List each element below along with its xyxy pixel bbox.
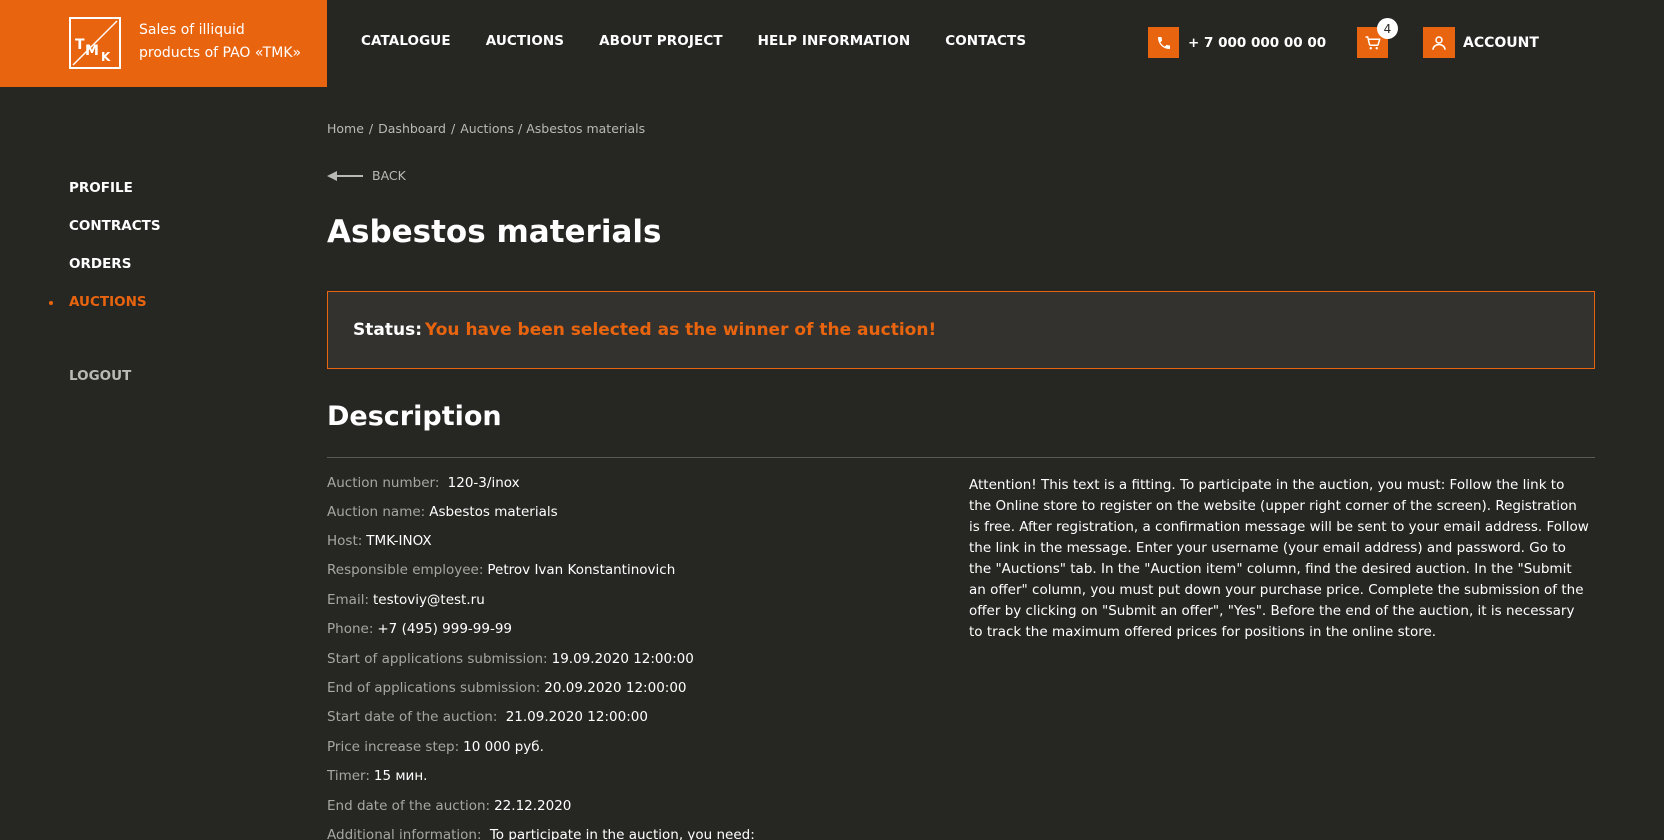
detail-responsible-employee: Responsible employee: Petrov Ivan Konstan… [327,562,676,578]
site-header: T M K Sales of illiquid products of PAO … [0,0,1664,87]
nav-help-information[interactable]: HELP INFORMATION [758,33,911,49]
logo-tagline: Sales of illiquid products of PAO «TMK» [139,22,302,61]
cart-count-badge: 4 [1377,18,1398,39]
detail-timer: Timer: 15 мин. [327,768,428,784]
phone-icon [1157,36,1170,49]
detail-start-applications: Start of applications submission: 19.09.2… [327,651,694,667]
sidebar-item-profile[interactable]: PROFILE [69,180,133,196]
status-label: Status: [353,320,422,340]
phone-button[interactable] [1148,27,1179,58]
breadcrumb-current: Asbestos materials [526,121,646,136]
account-label[interactable]: ACCOUNT [1463,35,1539,51]
detail-price-step: Price increase step: 10 000 руб. [327,739,544,755]
account-button[interactable] [1423,27,1455,58]
svg-text:M: M [85,43,99,59]
detail-auction-name: Auction name: Asbestos materials [327,504,558,520]
breadcrumb: Home / Dashboard / Auctions / Asbestos materia… [327,121,646,136]
sidebar-item-orders[interactable]: ORDERS [69,256,131,272]
main-nav: CATALOGUE AUCTIONS ABOUT PROJECT HELP IN… [361,33,1061,49]
nav-catalogue[interactable]: CATALOGUE [361,33,451,49]
sidebar-item-auctions[interactable]: AUCTIONS [69,294,147,310]
nav-auctions[interactable]: AUCTIONS [486,33,564,49]
back-button[interactable]: BACK [327,168,406,183]
detail-auction-number: Auction number: 120-3/inox [327,475,520,491]
detail-end-applications: End of applications submission: 20.09.202… [327,680,687,696]
arrow-left-icon [327,170,363,181]
status-panel: Status: You have been selected as the wi… [327,291,1595,369]
back-label: BACK [372,168,406,183]
active-indicator-dot [49,301,53,305]
participation-notice: Attention! This text is a fitting. To pa… [969,477,1589,640]
user-icon [1432,35,1446,50]
logout-link[interactable]: LOGOUT [69,368,131,384]
breadcrumb-dashboard[interactable]: Dashboard [378,121,446,136]
nav-contacts[interactable]: CONTACTS [945,33,1026,49]
page-title: Asbestos materials [327,214,662,250]
breadcrumb-home[interactable]: Home [327,121,364,136]
detail-host: Host: TMK-INOX [327,533,432,549]
svg-text:T: T [75,37,85,53]
detail-end-auction: End date of the auction: 22.12.2020 [327,798,572,814]
section-divider [327,457,1595,458]
svg-text:K: K [101,50,111,64]
detail-start-auction: Start date of the auction: 21.09.2020 12… [327,709,648,725]
detail-email: Email: testoviy@test.ru [327,592,485,608]
phone-number[interactable]: + 7 000 000 00 00 [1188,35,1326,51]
sidebar-item-contracts[interactable]: CONTRACTS [69,218,161,234]
logo-block[interactable]: T M K Sales of illiquid products of PAO … [0,0,327,87]
description-heading: Description [327,401,502,432]
detail-additional-info: Additional information: To participate i… [327,827,755,840]
cart-icon [1365,35,1380,49]
tmk-logo-icon: T M K [69,17,121,69]
detail-phone: Phone: +7 (495) 999-99-99 [327,621,513,637]
nav-about-project[interactable]: ABOUT PROJECT [599,33,723,49]
status-value: You have been selected as the winner of … [425,320,937,340]
breadcrumb-auctions[interactable]: Auctions [460,121,514,136]
